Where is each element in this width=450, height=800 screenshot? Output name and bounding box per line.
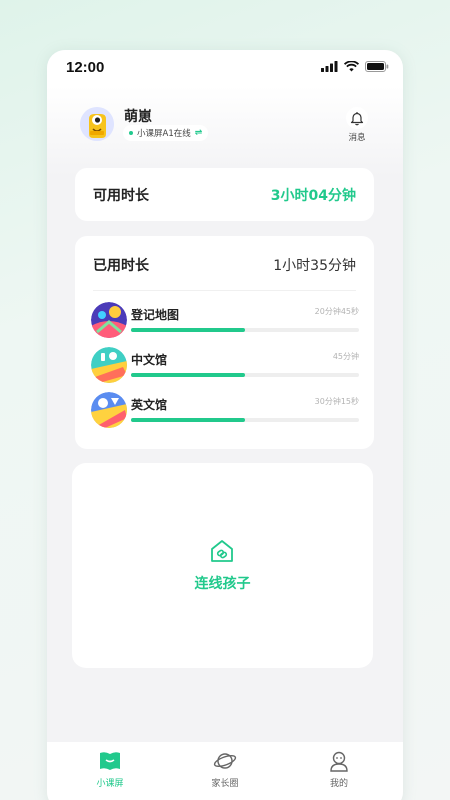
used-time-label: 已用时长: [93, 258, 149, 274]
used-time-card: 已用时长 1小时35分钟 登记地图 20分钟45秒 中文馆 45分钟 英文馆 3…: [75, 236, 374, 449]
connect-child-label: 连线孩子: [194, 576, 251, 592]
wifi-icon: [344, 61, 359, 72]
online-dot: [129, 131, 133, 135]
usage-bar-fill: [131, 418, 245, 422]
app-name: 中文馆: [131, 353, 168, 367]
used-time-value: 1小时35分钟: [273, 258, 356, 274]
usage-bar-track: [131, 373, 359, 377]
avatar[interactable]: [80, 107, 114, 141]
divider: [93, 290, 356, 291]
status-bar: 12:00: [47, 50, 403, 86]
app-row-english[interactable]: 英文馆 30分钟15秒: [91, 390, 359, 430]
app-row-chinese[interactable]: 中文馆 45分钟: [91, 345, 359, 385]
home-link-icon: [211, 540, 233, 562]
app-row-map[interactable]: 登记地图 20分钟45秒: [91, 300, 359, 340]
book-icon: [100, 752, 120, 770]
planet-icon: [213, 753, 237, 769]
phone-screen: 12:00 萌崽 小课屏A1在线 ⇌ 消息 可用时长 3小时04分钟 已用时长 …: [47, 50, 403, 800]
usage-bar-fill: [131, 328, 245, 332]
user-icon: [330, 751, 348, 772]
chinese-app-icon: [91, 347, 127, 383]
profile-name: 萌崽: [124, 109, 152, 125]
app-name: 登记地图: [131, 308, 180, 322]
app-time: 45分钟: [332, 352, 359, 361]
tab-label: 我的: [329, 779, 348, 789]
bell-icon: [350, 111, 364, 125]
device-status-pill[interactable]: 小课屏A1在线 ⇌: [123, 125, 209, 141]
status-icons: [321, 61, 389, 72]
usage-bar-track: [131, 328, 359, 332]
bell-icon-wrap: [346, 107, 368, 129]
app-name: 英文馆: [131, 398, 168, 412]
app-time: 20分钟45秒: [314, 307, 359, 316]
app-time: 30分钟15秒: [314, 397, 359, 406]
monster-avatar-icon: [80, 107, 114, 141]
tab-label: 小课屏: [96, 779, 124, 789]
available-time-card: 可用时长 3小时04分钟: [75, 168, 374, 221]
available-time-label: 可用时长: [93, 188, 149, 204]
status-time: 12:00: [66, 59, 105, 76]
signal-icon: [321, 61, 338, 72]
english-app-icon: [91, 392, 127, 428]
messages-button[interactable]: 消息: [342, 107, 372, 145]
messages-label: 消息: [348, 133, 366, 143]
tab-bar: 小课屏 家长圈 我的: [47, 742, 403, 800]
connect-child-card[interactable]: 连线孩子: [72, 463, 373, 668]
available-time-value: 3小时04分钟: [270, 188, 356, 204]
map-app-icon: [91, 302, 127, 338]
device-status-text: 小课屏A1在线: [137, 129, 191, 139]
tab-parent-circle[interactable]: 家长圈: [195, 750, 255, 789]
usage-bar-track: [131, 418, 359, 422]
swap-icon: ⇌: [194, 128, 203, 138]
tab-mine[interactable]: 我的: [309, 750, 369, 789]
tab-label: 家长圈: [211, 779, 239, 789]
tab-class-screen[interactable]: 小课屏: [80, 750, 140, 789]
battery-icon: [365, 61, 389, 72]
usage-bar-fill: [131, 373, 245, 377]
